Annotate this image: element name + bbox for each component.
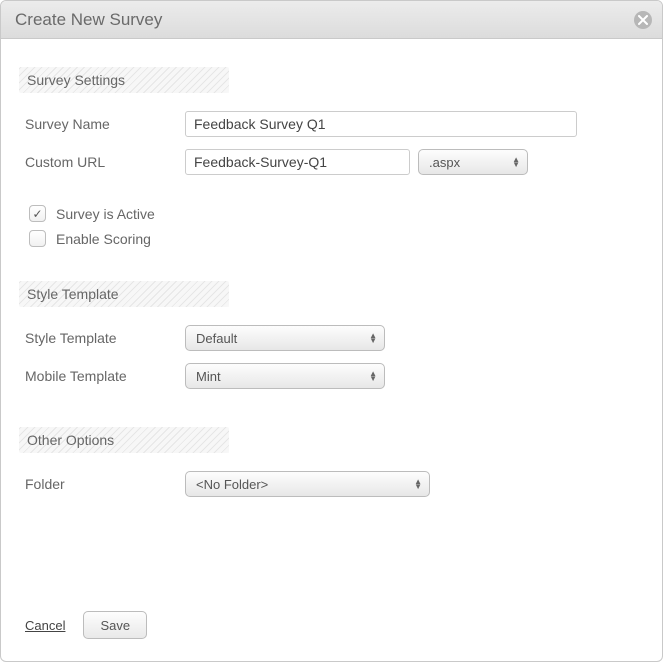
mobile-template-select-wrap: Mint ▲▼ [185,363,385,389]
modal-header: Create New Survey [1,1,662,39]
style-template-select-wrap: Default ▲▼ [185,325,385,351]
label-active[interactable]: Survey is Active [56,206,155,222]
row-survey-name: Survey Name [25,111,638,137]
modal-title: Create New Survey [15,10,162,30]
save-button[interactable]: Save [83,611,147,639]
row-mobile-template: Mobile Template Mint ▲▼ [25,363,638,389]
row-custom-url: Custom URL .aspx ▲▼ [25,149,638,175]
modal-body: Survey Settings Survey Name Custom URL .… [1,39,662,497]
scoring-checkbox[interactable] [29,230,46,247]
style-template-select[interactable]: Default [185,325,385,351]
extension-select-wrap: .aspx ▲▼ [418,149,528,175]
survey-name-input[interactable] [185,111,577,137]
row-active: ✓ Survey is Active [29,205,638,222]
folder-select[interactable]: <No Folder> [185,471,430,497]
folder-select-wrap: <No Folder> ▲▼ [185,471,430,497]
extension-select[interactable]: .aspx [418,149,528,175]
label-folder: Folder [25,476,185,492]
label-survey-name: Survey Name [25,116,185,132]
label-mobile-template: Mobile Template [25,368,185,384]
close-icon[interactable] [634,11,652,29]
label-scoring[interactable]: Enable Scoring [56,231,151,247]
row-scoring: Enable Scoring [29,230,638,247]
section-header-style: Style Template [19,281,229,307]
cancel-button[interactable]: Cancel [25,618,65,633]
section-header-settings: Survey Settings [19,67,229,93]
create-survey-modal: Create New Survey Survey Settings Survey… [0,0,663,662]
modal-footer: Cancel Save [25,611,147,639]
section-header-other: Other Options [19,427,229,453]
custom-url-input[interactable] [185,149,410,175]
row-folder: Folder <No Folder> ▲▼ [25,471,638,497]
label-style-template: Style Template [25,330,185,346]
row-style-template: Style Template Default ▲▼ [25,325,638,351]
mobile-template-select[interactable]: Mint [185,363,385,389]
active-checkbox[interactable]: ✓ [29,205,46,222]
label-custom-url: Custom URL [25,154,185,170]
